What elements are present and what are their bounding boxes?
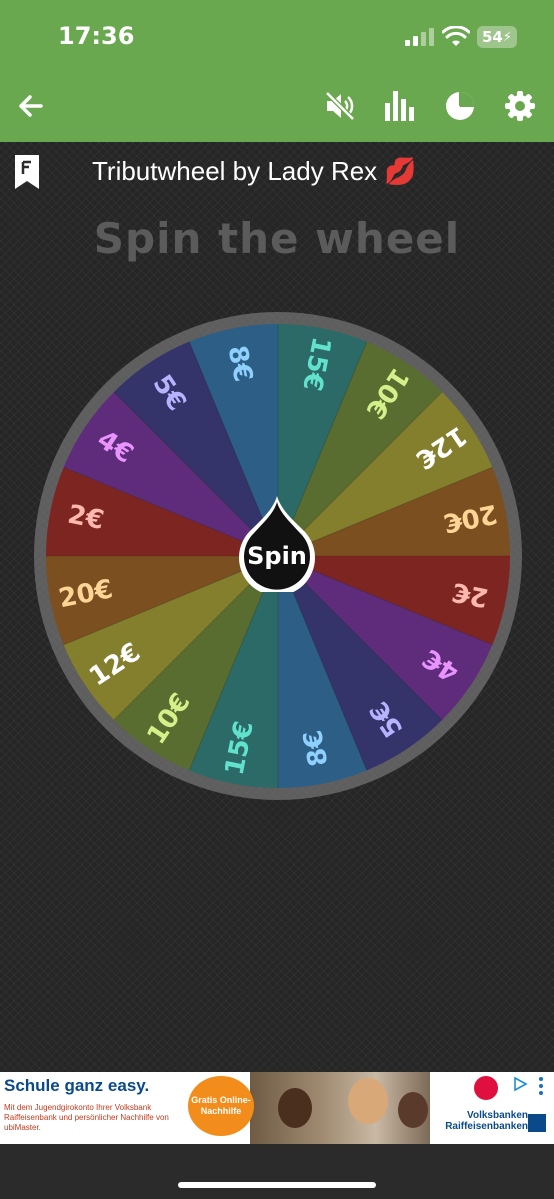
ad-badge: Gratis Online- Nachhilfe (188, 1076, 254, 1136)
spin-button[interactable]: Spin (237, 496, 317, 592)
status-bar: 17:36 54 ⚡ (0, 0, 554, 70)
ad-info-icon[interactable] (512, 1076, 528, 1092)
wheel-screen: Tributwheel by Lady Rex 💋 Spin the wheel… (0, 142, 554, 1072)
ad-logo-icon (474, 1076, 498, 1100)
wheel-view-button[interactable] (440, 86, 480, 126)
ad-body: Mit dem Jugendgirokonto Ihrer Volksbank … (4, 1103, 169, 1132)
bookmark-flag-icon[interactable] (14, 154, 40, 190)
settings-icon (505, 91, 535, 121)
mute-icon (325, 91, 355, 121)
bottom-bar (0, 1144, 554, 1199)
stats-icon (385, 91, 414, 121)
wheel-title: Tributwheel by Lady Rex 💋 (92, 156, 417, 186)
spin-heading: Spin the wheel (93, 214, 461, 263)
charging-bolt-icon: ⚡ (502, 29, 512, 45)
ad-photo (250, 1072, 430, 1144)
settings-button[interactable] (500, 86, 540, 126)
cellular-signal-icon (405, 28, 434, 46)
back-arrow-icon (19, 95, 43, 117)
stats-button[interactable] (380, 86, 420, 126)
status-time: 17:36 (58, 22, 135, 50)
ad-brand-logo-icon (528, 1114, 546, 1132)
ad-headline: Schule ganz easy. (4, 1076, 150, 1095)
battery-icon: 54 ⚡ (477, 26, 517, 48)
pie-chart-icon (446, 92, 474, 120)
battery-level: 54 (481, 28, 503, 46)
toolbar (0, 70, 554, 142)
ad-banner[interactable]: Schule ganz easy. Mit dem Jugendgirokont… (0, 1072, 554, 1144)
sound-toggle-button[interactable] (320, 86, 360, 126)
back-button[interactable] (10, 86, 50, 126)
ad-more-icon[interactable] (536, 1076, 546, 1096)
wifi-icon (442, 26, 470, 46)
spin-label: Spin (247, 542, 307, 570)
home-indicator (178, 1182, 376, 1188)
